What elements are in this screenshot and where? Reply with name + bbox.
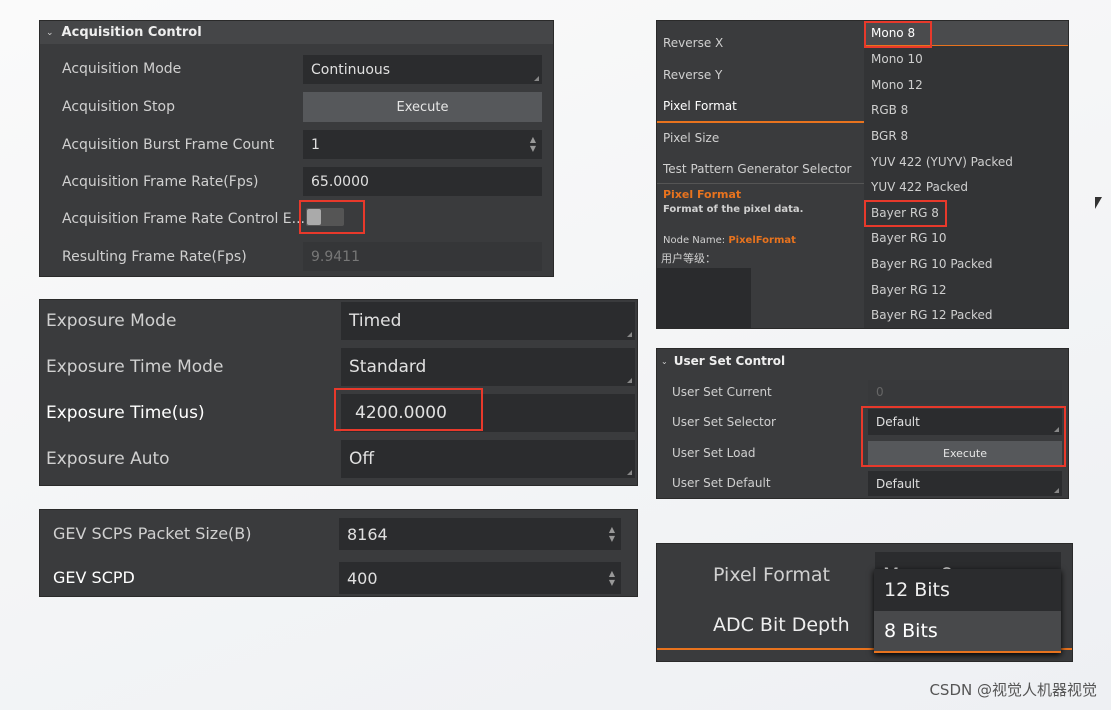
highlight-box [861,406,1066,467]
row-label: User Set Selector [672,415,776,429]
section-title: Acquisition Control [61,25,202,40]
highlight-box [864,200,947,228]
user-set-default-select[interactable]: Default [868,471,1062,496]
row-label: ADC Bit Depth [713,614,850,636]
spinner-arrows-icon[interactable]: ▲ ▼ [609,525,615,543]
node-name: Node Name: PixelFormat [663,235,796,243]
acquisition-mode-select[interactable]: Continuous [303,55,542,84]
exposure-auto-select[interactable]: Off [341,440,635,478]
resulting-frame-rate-field: 9.9411 [303,242,542,271]
dropdown-option[interactable]: Bayer RG 10 Packed [864,251,1068,276]
row-label: Exposure Mode [46,311,177,331]
input-value: 65.0000 [311,173,369,190]
dropdown-option[interactable]: Bayer RG 10 [864,226,1068,251]
adc-bit-depth-dropdown[interactable]: 12 Bits 8 Bits [874,569,1061,653]
user-level-label: 用户等级： [661,252,716,265]
exposure-mode-select[interactable]: Timed [341,302,635,340]
user-set-current-field: 0 [868,380,1062,404]
list-item[interactable]: Reverse Y [663,68,722,82]
select-value: Off [349,449,375,469]
input-value: 0 [876,385,884,399]
row-label: Exposure Auto [46,449,170,469]
acquisition-header[interactable]: ⌄ Acquisition Control [40,21,553,44]
dropdown-option[interactable]: BGR 8 [864,123,1068,148]
pixel-format-dropdown[interactable]: Mono 8 Mono 10 Mono 12 RGB 8 BGR 8 YUV 422 (Y… [864,21,1068,328]
dropdown-option[interactable]: RGB 8 [864,98,1068,123]
row-label: Pixel Format [713,564,830,586]
gev-panel: GEV SCPS Packet Size(B) 8164 ▲ ▼ GEV SCPD … [39,509,638,597]
dropdown-option[interactable]: 12 Bits [874,569,1061,611]
pixel-format-panel: Reverse X Reverse Y Pixel Format Pixel S… [656,20,1069,329]
adc-panel: Pixel Format ADC Bit Depth Mono 8 12 Bit… [656,543,1073,662]
list-item[interactable]: Reverse X [663,36,723,50]
select-value: Timed [349,311,402,331]
list-item[interactable]: Pixel Size [663,131,719,145]
dropdown-option[interactable]: YUV 422 Packed [864,175,1068,200]
row-label: Acquisition Frame Rate(Fps) [62,174,259,190]
user-set-header[interactable]: ⌄ User Set Control [661,354,785,368]
input-value: 9.9411 [311,248,360,265]
select-value: Standard [349,357,427,377]
watermark: CSDN @视觉人机器视觉 [929,681,1097,699]
description-title: Pixel Format [663,188,742,201]
frame-rate-input[interactable]: 65.0000 [303,167,542,196]
chevron-down-icon: ⌄ [46,27,54,38]
row-label: Resulting Frame Rate(Fps) [62,249,247,265]
user-set-panel: ⌄ User Set Control User Set Current 0 Use… [656,348,1069,499]
row-label: Acquisition Stop [62,99,175,115]
list-item[interactable]: Test Pattern Generator Selector [663,162,851,176]
dropdown-option[interactable]: YUV 422 (YUYV) Packed [864,149,1068,174]
acquisition-control-panel: ⌄ Acquisition Control Acquisition Mode C… [39,20,554,277]
packet-size-input[interactable]: 8164 ▲ ▼ [339,518,621,550]
row-label: Acquisition Frame Rate Control E... [62,211,306,227]
dropdown-option[interactable]: Mono 10 [864,47,1068,72]
chevron-down-icon: ⌄ [661,356,668,366]
row-label: User Set Default [672,476,771,490]
row-label: Exposure Time(us) [46,403,205,423]
row-label: Acquisition Mode [62,61,182,77]
exposure-panel: Exposure Mode Timed Exposure Time Mode S… [39,299,638,486]
row-label: GEV SCPD [53,568,135,587]
row-label: User Set Load [672,446,756,460]
acquisition-stop-button[interactable]: Execute [303,92,542,122]
scpd-input[interactable]: 400 ▲ ▼ [339,562,621,594]
description-text: Format of the pixel data. [663,204,804,215]
spinner-arrows-icon[interactable]: ▲ ▼ [609,569,615,587]
row-label: Exposure Time Mode [46,357,224,377]
dropdown-option[interactable]: Mono 12 [864,72,1068,97]
dropdown-option-selected[interactable]: 8 Bits [874,611,1061,653]
panel-block [657,268,751,328]
dropdown-option[interactable]: Bayer RG 12 Packed [864,303,1068,328]
burst-frame-count-input[interactable]: 1 ▲ ▼ [303,130,542,159]
mouse-cursor-icon [1095,197,1102,209]
select-value: Continuous [311,61,391,78]
highlight-box [334,388,483,431]
highlight-box [299,200,365,234]
select-value: Default [876,476,920,491]
exposure-time-mode-select[interactable]: Standard [341,348,635,386]
row-label: GEV SCPS Packet Size(B) [53,524,252,543]
spinner-arrows-icon[interactable]: ▲ ▼ [530,135,536,153]
divider [657,183,864,184]
input-value: 8164 [347,524,388,544]
highlight-box [864,21,932,48]
dropdown-option[interactable]: Bayer RG 12 [864,277,1068,302]
section-title: User Set Control [673,354,786,368]
input-value: 1 [311,136,320,153]
row-label: Acquisition Burst Frame Count [62,137,275,153]
selected-underline [657,121,864,123]
list-item[interactable]: Pixel Format [663,99,737,113]
row-label: User Set Current [672,385,772,399]
input-value: 400 [347,568,378,588]
